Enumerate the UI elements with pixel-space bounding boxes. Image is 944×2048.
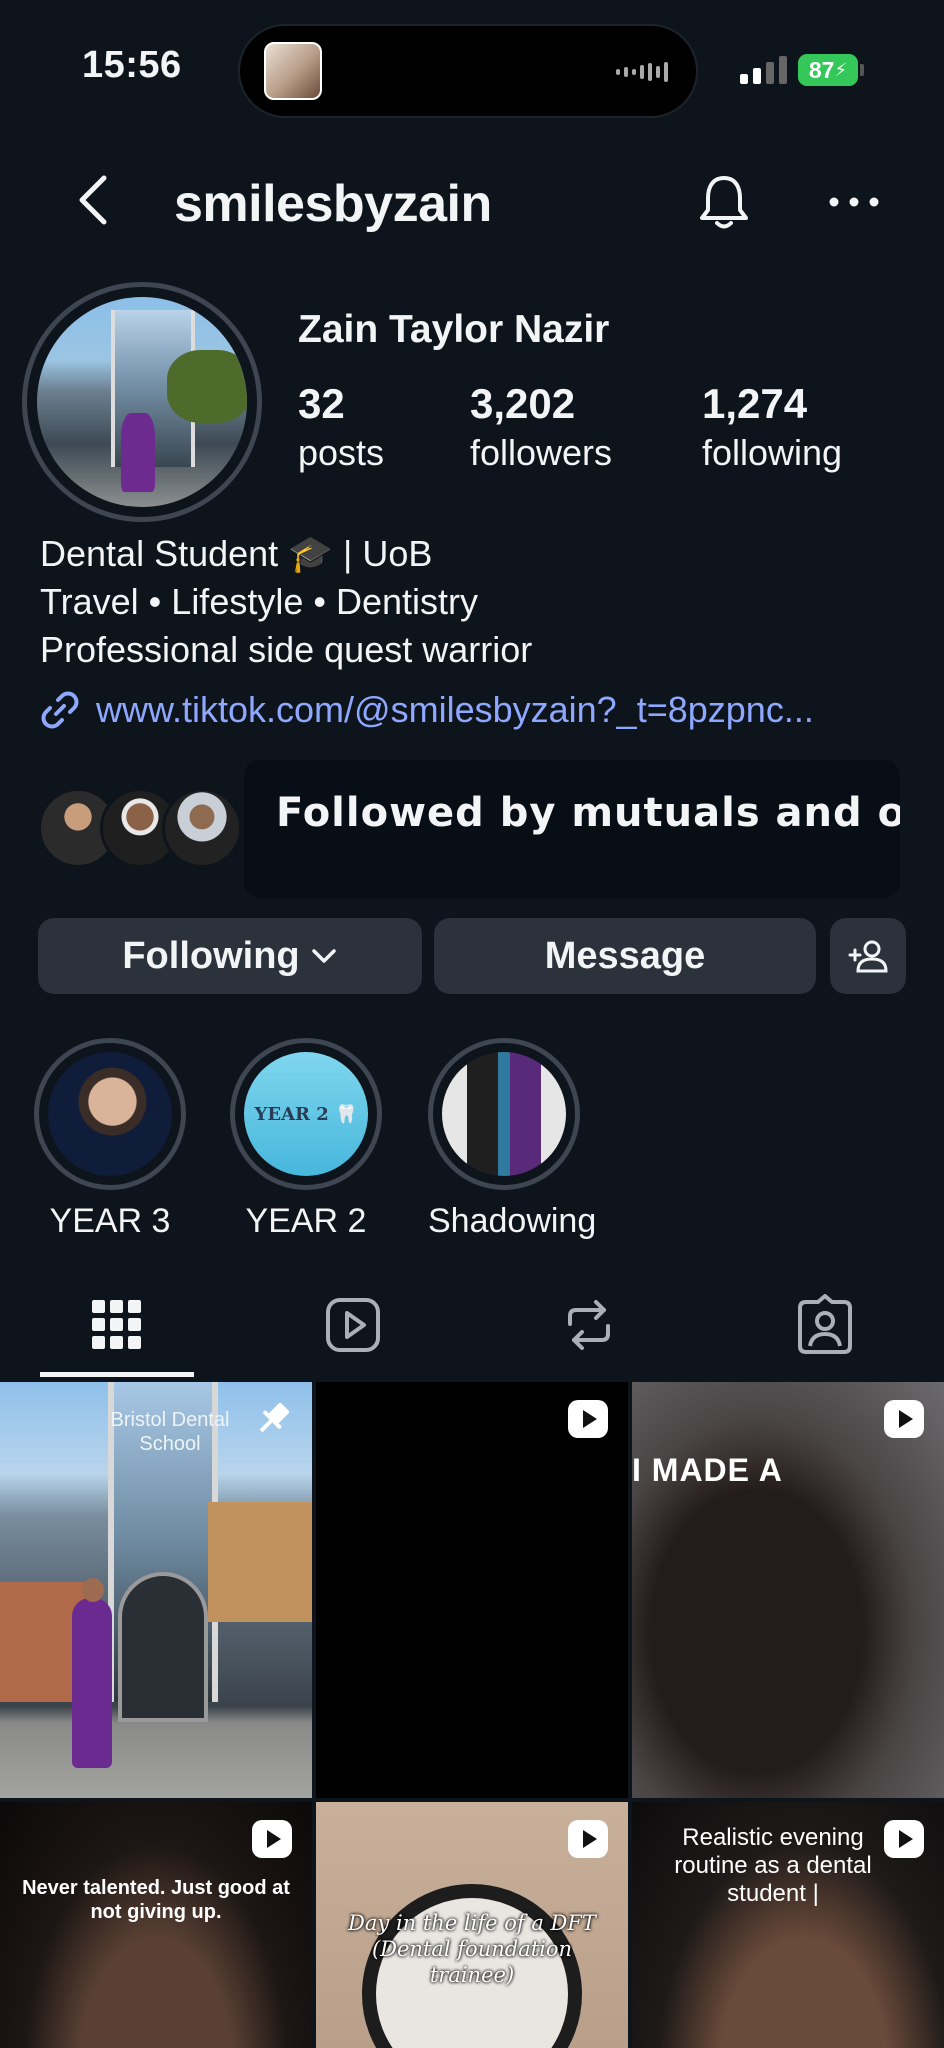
back-arrow-icon[interactable] (70, 172, 118, 228)
bio-line-1: Dental Student 🎓 | UoB (40, 533, 433, 574)
bio-line-2: Travel • Lifestyle • Dentistry (40, 581, 478, 622)
followers-value: 3,202 (470, 380, 576, 427)
post-tile[interactable] (316, 1382, 628, 1798)
post-tile[interactable]: I MADE A (632, 1382, 944, 1798)
post-overlay-text: Day in the life of a DFT (Dental foundat… (348, 1911, 596, 1987)
tagged-tab-icon[interactable] (794, 1294, 856, 1356)
post-tile[interactable]: Never talented. Just good at not giving … (0, 1802, 312, 2048)
avatar-photo (37, 297, 247, 507)
highlight-year-3[interactable]: YEAR 3 (34, 1038, 186, 1241)
post-overlay-text: I MADE A (632, 1452, 783, 1488)
following-count[interactable]: 1,274 following (702, 380, 842, 474)
posts-value: 32 (298, 380, 345, 427)
building-sign-text: Bristol Dental School (110, 1409, 230, 1455)
bio-line-3: Professional side quest warrior (40, 629, 533, 670)
post-tile[interactable]: Bristol Dental School (0, 1382, 312, 1798)
message-button[interactable]: Message (434, 918, 816, 994)
mutual-followers-text: Followed by mutuals and others (276, 790, 900, 836)
reposts-tab-icon[interactable] (558, 1294, 620, 1356)
highlight-label: Shadowing (428, 1202, 597, 1240)
posts-count[interactable]: 32 posts (298, 380, 384, 474)
highlight-cover (442, 1052, 566, 1176)
reels-tab-icon[interactable] (322, 1294, 384, 1356)
battery-tip (860, 64, 864, 76)
chevron-down-icon (311, 949, 336, 963)
notification-bell-icon[interactable] (696, 172, 752, 232)
highlight-cover: YEAR 2 🦷 (244, 1052, 368, 1176)
post-overlay-text: Realistic evening routine as a dental st… (674, 1824, 872, 1907)
highlight-shadowing[interactable]: Shadowing (428, 1038, 597, 1241)
reel-play-icon (252, 1820, 292, 1858)
mutual-followers-avatars[interactable] (38, 788, 242, 868)
active-tab-indicator (40, 1372, 194, 1377)
highlight-cover (48, 1052, 172, 1176)
grid-tab-icon[interactable] (86, 1294, 148, 1356)
reel-play-icon (884, 1820, 924, 1858)
mutual-followers-banner[interactable]: Followed by mutuals and others (244, 760, 900, 898)
building-wall (208, 1502, 312, 1622)
highlight-cover-text: YEAR 2 🦷 (254, 1103, 358, 1125)
revolving-door (118, 1572, 208, 1722)
audio-waveform-icon (616, 62, 670, 82)
highlight-ring (428, 1038, 580, 1190)
followers-count[interactable]: 3,202 followers (470, 380, 612, 474)
highlight-ring: YEAR 2 🦷 (230, 1038, 382, 1190)
profile-avatar[interactable] (22, 282, 262, 522)
add-person-icon (848, 940, 888, 973)
profile-full-name: Zain Taylor Nazir (298, 308, 610, 351)
reel-play-icon (568, 1820, 608, 1858)
status-time: 15:56 (82, 44, 182, 86)
pin-icon (259, 1402, 290, 1433)
suggested-people-button[interactable] (830, 918, 906, 994)
following-value: 1,274 (702, 380, 808, 427)
more-options-icon[interactable] (826, 190, 882, 214)
following-button[interactable]: Following (38, 918, 422, 994)
followers-label: followers (470, 432, 613, 473)
link-icon (41, 691, 79, 729)
message-button-label: Message (544, 934, 706, 977)
bio-link[interactable]: www.tiktok.com/@smilesbyzain?_t=8pzpnc..… (38, 688, 814, 732)
battery-indicator: 87 ⚡ (798, 54, 858, 86)
profile-username: smilesbyzain (174, 175, 492, 233)
post-overlay-text: Never talented. Just good at not giving … (22, 1877, 290, 1923)
reel-play-icon (568, 1400, 608, 1438)
highlight-ring (34, 1038, 186, 1190)
mutual-avatar (162, 788, 242, 868)
cellular-signal-icon (740, 56, 787, 84)
highlight-year-2[interactable]: YEAR 2 🦷 YEAR 2 (230, 1038, 382, 1241)
highlight-label: YEAR 2 (245, 1202, 367, 1240)
person-figure (72, 1598, 112, 1768)
following-button-label: Following (122, 934, 300, 977)
dynamic-island[interactable] (238, 24, 698, 118)
reel-play-icon (884, 1400, 924, 1438)
post-tile[interactable]: Day in the life of a DFT (Dental foundat… (316, 1802, 628, 2048)
link-text[interactable]: www.tiktok.com/@smilesbyzain?_t=8pzpnc..… (96, 689, 814, 731)
highlight-label: YEAR 3 (49, 1202, 171, 1240)
posts-label: posts (298, 432, 385, 473)
now-playing-thumbnail (264, 42, 322, 100)
person-head (82, 1578, 104, 1602)
post-tile[interactable]: Realistic evening routine as a dental st… (632, 1802, 944, 2048)
following-label: following (702, 432, 843, 473)
